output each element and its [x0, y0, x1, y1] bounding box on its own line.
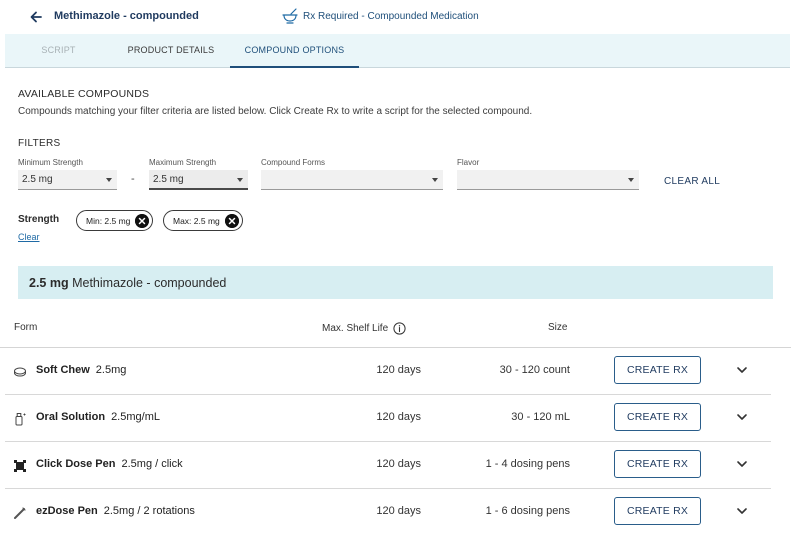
filters-heading: FILTERS [18, 138, 61, 149]
flavor-select[interactable] [457, 170, 639, 190]
product-title: Methimazole - compounded [54, 10, 199, 22]
tab-compound-options[interactable]: COMPOUND OPTIONS [230, 34, 359, 68]
soft-chew-icon [14, 367, 26, 377]
min-strength-chip: Min: 2.5 mg [76, 210, 154, 231]
create-rx-button[interactable]: CREATE RX [614, 403, 701, 431]
flavor-label: Flavor [457, 158, 480, 167]
dropdown-caret-icon [106, 178, 112, 182]
create-rx-button[interactable]: CREATE RX [614, 356, 701, 384]
form-name: Soft Chew [36, 364, 90, 376]
strength-label: Strength [18, 214, 60, 225]
create-rx-button[interactable]: CREATE RX [614, 497, 701, 525]
banner-strength: 2.5 mg [29, 276, 69, 290]
tab-product-details[interactable]: PRODUCT DETAILS [112, 34, 230, 67]
form-strength: 2.5mg / click [121, 458, 183, 470]
range-separator: - [131, 173, 135, 185]
form-name: ezDose Pen [36, 505, 98, 517]
row-form: Click Dose Pen 2.5mg / click [36, 458, 183, 470]
max-strength-value: 2.5 mg [153, 174, 184, 185]
rx-required-label: Rx Required - Compounded Medication [303, 10, 479, 22]
column-header-shelf-life: Max. Shelf Life [322, 322, 406, 335]
form-strength: 2.5mg / 2 rotations [103, 505, 195, 517]
pen-icon [14, 507, 26, 519]
shelf-life-header-label: Max. Shelf Life [322, 323, 389, 334]
shelf-life-value: 120 days [376, 411, 421, 423]
form-name: Oral Solution [36, 411, 106, 423]
row-form: ezDose Pen 2.5mg / 2 rotations [36, 505, 195, 517]
table-row: Soft Chew 2.5mg 120 days 30 - 120 count C… [5, 348, 771, 395]
min-strength-label: Minimum Strength [18, 158, 83, 167]
bottle-icon [15, 413, 26, 426]
size-value: 1 - 4 dosing pens [485, 458, 570, 470]
max-strength-select[interactable]: 2.5 mg [149, 170, 248, 190]
dropdown-caret-icon [628, 178, 634, 182]
available-compounds-description: Compounds matching your filter criteria … [18, 106, 533, 117]
dose-pen-icon [14, 460, 26, 472]
min-strength-select[interactable]: 2.5 mg [18, 170, 117, 190]
compound-strength-banner: 2.5 mg Methimazole - compounded [18, 266, 773, 299]
max-strength-chip: Max: 2.5 mg [163, 210, 243, 231]
dropdown-caret-icon [237, 178, 243, 182]
remove-chip-icon[interactable] [224, 213, 239, 228]
chevron-down-icon[interactable] [735, 504, 749, 518]
table-row: Click Dose Pen 2.5mg / click 120 days 1 -… [5, 442, 771, 489]
clear-strength-link[interactable]: Clear [18, 232, 40, 242]
size-value: 30 - 120 mL [511, 411, 570, 423]
shelf-life-value: 120 days [376, 458, 421, 470]
clear-all-button[interactable]: CLEAR ALL [664, 176, 720, 187]
chip-label: Max: 2.5 mg [173, 215, 220, 226]
size-value: 30 - 120 count [499, 364, 570, 376]
size-value: 1 - 6 dosing pens [485, 505, 570, 517]
row-form: Soft Chew 2.5mg [36, 364, 126, 376]
shelf-life-value: 120 days [376, 364, 421, 376]
min-strength-value: 2.5 mg [22, 174, 53, 185]
form-strength: 2.5mg/mL [111, 411, 160, 423]
chevron-down-icon[interactable] [735, 457, 749, 471]
table-header: Form Max. Shelf Life Size [0, 316, 791, 348]
top-bar: Methimazole - compounded Rx Required - C… [0, 0, 791, 34]
form-strength: 2.5mg [95, 364, 127, 376]
available-compounds-heading: AVAILABLE COMPOUNDS [18, 88, 150, 100]
remove-chip-icon[interactable] [135, 213, 150, 228]
dropdown-caret-icon [432, 178, 438, 182]
chevron-down-icon[interactable] [735, 363, 749, 377]
mortar-pestle-icon [282, 8, 298, 24]
chip-label: Min: 2.5 mg [86, 215, 131, 226]
banner-text: 2.5 mg Methimazole - compounded [29, 276, 226, 290]
shelf-life-value: 120 days [376, 505, 421, 517]
table-row: ezDose Pen 2.5mg / 2 rotations 120 days 1… [5, 489, 771, 533]
banner-product-name: Methimazole - compounded [72, 276, 227, 290]
back-arrow-icon[interactable] [28, 9, 44, 25]
table-row: Oral Solution 2.5mg/mL 120 days 30 - 120 … [5, 395, 771, 442]
create-rx-button[interactable]: CREATE RX [614, 450, 701, 478]
compound-forms-label: Compound Forms [261, 158, 326, 167]
form-name: Click Dose Pen [36, 458, 116, 470]
column-header-form: Form [14, 322, 38, 333]
tab-bar: SCRIPT PRODUCT DETAILS COMPOUND OPTIONS [5, 34, 790, 68]
column-header-size: Size [548, 322, 568, 333]
max-strength-label: Maximum Strength [149, 158, 217, 167]
info-icon[interactable] [393, 322, 406, 335]
chevron-down-icon[interactable] [735, 410, 749, 424]
compound-forms-select[interactable] [261, 170, 443, 190]
row-form: Oral Solution 2.5mg/mL [36, 411, 160, 423]
tab-script: SCRIPT [41, 45, 76, 55]
rx-required-indicator: Rx Required - Compounded Medication [281, 8, 479, 24]
